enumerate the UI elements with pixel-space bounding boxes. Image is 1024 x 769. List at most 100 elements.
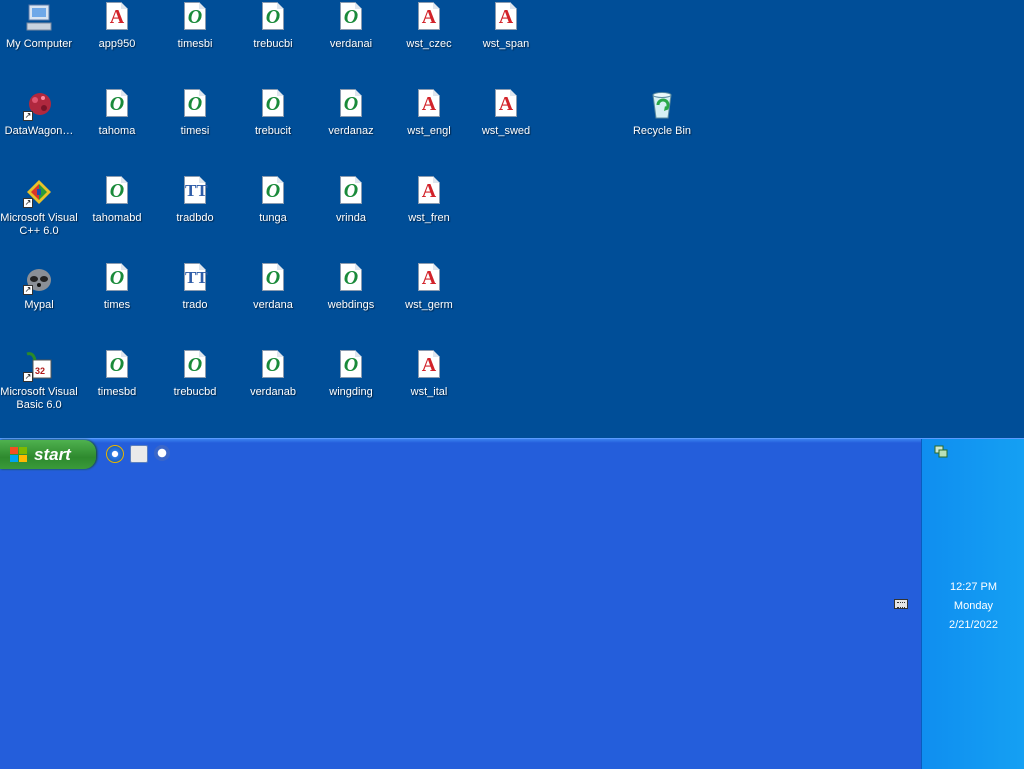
start-button[interactable]: start: [0, 440, 96, 469]
desktop-icon-label: wst_fren: [408, 212, 450, 224]
desktop-icon-label: verdanai: [329, 38, 373, 50]
desktop-icon-label: tunga: [259, 212, 287, 224]
desktop-icon-datawagon[interactable]: ↗ DataWagon…: [0, 89, 78, 138]
my-computer-icon: [23, 2, 55, 34]
svg-text:32: 32: [35, 366, 45, 376]
desktop-icon-label: tahoma: [98, 125, 136, 137]
font-o-icon: O: [335, 350, 367, 382]
desktop-icon-wst-germ[interactable]: A wst_germ: [390, 263, 468, 312]
desktop-icon-tradbdo[interactable]: TT tradbdo: [156, 176, 234, 225]
desktop-icon-vrinda[interactable]: O vrinda: [312, 176, 390, 225]
desktop-icon-verdanai[interactable]: O verdanai: [312, 2, 390, 51]
desktop-icon-label: times: [103, 299, 131, 311]
desktop-icon-label: wingding: [329, 386, 373, 398]
keyboard-icon[interactable]: [894, 599, 908, 609]
font-a-icon: A: [413, 2, 445, 34]
font-a-icon: A: [490, 89, 522, 121]
desktop-icon-wst-fren[interactable]: A wst_fren: [390, 176, 468, 225]
font-o-icon: O: [179, 2, 211, 34]
desktop-icon-wst-swed[interactable]: A wst_swed: [467, 89, 545, 138]
visual-basic-icon: 32 ↗: [23, 350, 55, 382]
desktop-icon-timesbd[interactable]: O timesbd: [78, 350, 156, 399]
desktop-icon-wst-czec[interactable]: A wst_czec: [390, 2, 468, 51]
font-t-icon: TT: [179, 263, 211, 295]
desktop-icon-my-computer[interactable]: My Computer: [0, 2, 78, 51]
desktop-icon-label: wst_ital: [410, 386, 448, 398]
clock-date: 2/21/2022: [949, 619, 998, 631]
font-o-icon: O: [179, 89, 211, 121]
desktop-icon-trado[interactable]: TT trado: [156, 263, 234, 312]
clock[interactable]: 12:27 PM Monday 2/21/2022: [922, 578, 1024, 635]
desktop-icon-visual-basic[interactable]: 32 ↗ Microsoft Visual Basic 6.0: [0, 350, 78, 412]
desktop-icon-tunga[interactable]: O tunga: [234, 176, 312, 225]
desktop-icon-label: trado: [182, 299, 208, 311]
desktop-icon-label: webdings: [327, 299, 375, 311]
desktop-icon-label: trebucbd: [173, 386, 217, 398]
desktop-icon-times[interactable]: O times: [78, 263, 156, 312]
desktop-icon-label: Mypal: [24, 299, 54, 311]
desktop: My Computer ↗ DataWagon… ↗ Microsoft Vis…: [0, 0, 1024, 438]
font-o-icon: O: [101, 89, 133, 121]
mypal-icon: ↗: [23, 263, 55, 295]
font-o-icon: O: [257, 176, 289, 208]
desktop-icon-visual-cpp[interactable]: ↗ Microsoft Visual C++ 6.0: [0, 176, 78, 238]
desktop-icon-label: wst_span: [482, 38, 530, 50]
font-t-icon: TT: [179, 176, 211, 208]
font-o-icon: O: [101, 263, 133, 295]
font-a-icon: A: [413, 176, 445, 208]
font-o-icon: O: [335, 176, 367, 208]
shortcut-arrow-icon: ↗: [23, 285, 33, 295]
desktop-icon-timesi[interactable]: O timesi: [156, 89, 234, 138]
desktop-icon-recycle-bin[interactable]: Recycle Bin: [623, 89, 701, 138]
desktop-icon-tahoma[interactable]: O tahoma: [78, 89, 156, 138]
desktop-icon-label: verdanaz: [328, 125, 374, 137]
desktop-icon-label: trebucit: [254, 125, 292, 137]
desktop-icon-verdanaz[interactable]: O verdanaz: [312, 89, 390, 138]
font-a-icon: A: [101, 2, 133, 34]
desktop-icon-tahomabd[interactable]: O tahomabd: [78, 176, 156, 225]
desktop-icon-mypal[interactable]: ↗ Mypal: [0, 263, 78, 312]
desktop-icon-label: Microsoft Visual C++ 6.0: [0, 212, 78, 237]
desktop-icon-wst-engl[interactable]: A wst_engl: [390, 89, 468, 138]
font-o-icon: O: [179, 350, 211, 382]
internet-explorer-icon[interactable]: [106, 445, 124, 463]
desktop-icon-trebucit[interactable]: O trebucit: [234, 89, 312, 138]
desktop-icon-label: verdanab: [250, 386, 296, 398]
desktop-icon-trebucbi[interactable]: O trebucbi: [234, 2, 312, 51]
desktop-icon-label: DataWagon…: [4, 125, 74, 137]
shortcut-arrow-icon: ↗: [23, 372, 33, 382]
visual-cpp-icon: ↗: [23, 176, 55, 208]
system-tray: 12:27 PM Monday 2/21/2022: [921, 439, 1024, 769]
shortcut-arrow-icon: ↗: [23, 198, 33, 208]
datawagon-icon: ↗: [23, 89, 55, 121]
desktop-icon-label: tradbdo: [176, 212, 214, 224]
desktop-icon-webdings[interactable]: O webdings: [312, 263, 390, 312]
windows-logo-icon: [10, 446, 28, 463]
desktop-icon-wst-ital[interactable]: A wst_ital: [390, 350, 468, 399]
show-desktop-icon[interactable]: [130, 445, 148, 463]
desktop-icon-app950[interactable]: A app950: [78, 2, 156, 51]
font-a-icon: A: [490, 2, 522, 34]
font-a-icon: A: [413, 263, 445, 295]
desktop-icon-wingding[interactable]: O wingding: [312, 350, 390, 399]
desktop-icon-verdanab[interactable]: O verdanab: [234, 350, 312, 399]
font-o-icon: O: [335, 2, 367, 34]
font-o-icon: O: [257, 2, 289, 34]
font-o-icon: O: [257, 350, 289, 382]
desktop-icon-label: tahomabd: [92, 212, 142, 224]
desktop-icon-timesbi[interactable]: O timesbi: [156, 2, 234, 51]
desktop-icon-label: wst_engl: [407, 125, 451, 137]
font-a-icon: A: [413, 350, 445, 382]
desktop-icon-wst-span[interactable]: A wst_span: [467, 2, 545, 51]
desktop-icon-label: timesbd: [97, 386, 137, 398]
desktop-icon-label: wst_germ: [405, 299, 453, 311]
network-icon[interactable]: [934, 444, 948, 458]
desktop-icon-trebucbd[interactable]: O trebucbd: [156, 350, 234, 399]
media-player-icon[interactable]: [154, 445, 170, 461]
font-o-icon: O: [257, 89, 289, 121]
desktop-icon-label: Recycle Bin: [632, 125, 692, 137]
desktop-icon-label: app950: [98, 38, 136, 50]
desktop-icon-verdana[interactable]: O verdana: [234, 263, 312, 312]
font-o-icon: O: [335, 89, 367, 121]
clock-day: Monday: [953, 600, 994, 612]
